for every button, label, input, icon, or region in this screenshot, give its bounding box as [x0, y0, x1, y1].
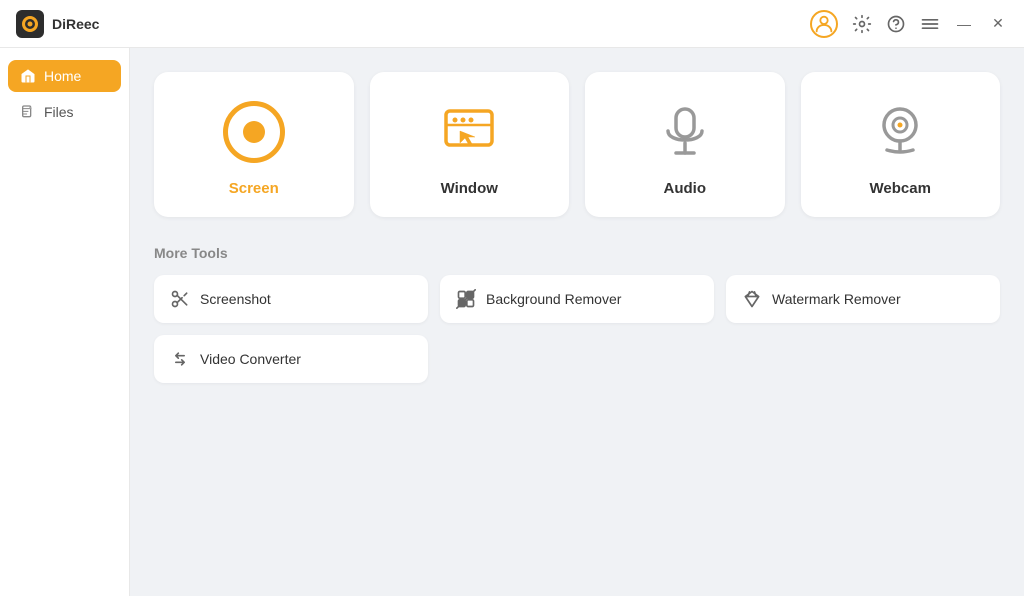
window-record-icon: [438, 101, 500, 163]
sidebar-home-label: Home: [44, 68, 81, 84]
window-icon-area: [433, 96, 505, 168]
window-label: Window: [441, 180, 498, 197]
audio-icon-area: [649, 96, 721, 168]
screen-icon-area: [218, 96, 290, 168]
convert-icon: [170, 349, 190, 369]
window-card[interactable]: Window: [370, 72, 570, 217]
sidebar-item-files[interactable]: Files: [8, 96, 121, 128]
background-remover-tool[interactable]: Background Remover: [440, 275, 714, 323]
app-logo: [16, 10, 44, 38]
sidebar: Home Files: [0, 48, 130, 596]
webcam-label: Webcam: [870, 180, 931, 197]
main-layout: Home Files Screen: [0, 48, 1024, 596]
audio-record-icon: [654, 101, 716, 163]
close-button[interactable]: ✕: [988, 14, 1008, 34]
background-remover-label: Background Remover: [486, 291, 621, 307]
video-converter-label: Video Converter: [200, 351, 301, 367]
audio-label: Audio: [664, 180, 707, 197]
tools-grid: Screenshot Background Remover: [154, 275, 1000, 383]
webcam-record-icon: [869, 101, 931, 163]
sidebar-files-label: Files: [44, 104, 74, 120]
watermark-remover-label: Watermark Remover: [772, 291, 901, 307]
screen-record-icon: [223, 101, 285, 163]
audio-card[interactable]: Audio: [585, 72, 785, 217]
content-area: Screen: [130, 48, 1024, 596]
background-remover-icon: [456, 289, 476, 309]
webcam-icon-area: [864, 96, 936, 168]
settings-button[interactable]: [852, 14, 872, 34]
screenshot-label: Screenshot: [200, 291, 271, 307]
more-tools-title: More Tools: [154, 245, 1000, 261]
video-converter-tool[interactable]: Video Converter: [154, 335, 428, 383]
help-button[interactable]: [886, 14, 906, 34]
watermark-remover-icon: [742, 289, 762, 309]
webcam-card[interactable]: Webcam: [801, 72, 1001, 217]
title-bar-controls: — ✕: [810, 10, 1008, 38]
screen-card[interactable]: Screen: [154, 72, 354, 217]
scissors-icon: [170, 289, 190, 309]
screen-label: Screen: [229, 180, 279, 197]
sidebar-item-home[interactable]: Home: [8, 60, 121, 92]
screenshot-tool[interactable]: Screenshot: [154, 275, 428, 323]
recording-cards-row: Screen: [154, 72, 1000, 217]
home-icon: [20, 68, 36, 84]
title-bar: DiReec: [0, 0, 1024, 48]
minimize-button[interactable]: —: [954, 14, 974, 34]
menu-button[interactable]: [920, 14, 940, 34]
files-icon: [20, 104, 36, 120]
user-avatar-button[interactable]: [810, 10, 838, 38]
more-tools-section: More Tools Screenshot: [154, 245, 1000, 383]
app-name: DiReec: [52, 16, 99, 32]
watermark-remover-tool[interactable]: Watermark Remover: [726, 275, 1000, 323]
